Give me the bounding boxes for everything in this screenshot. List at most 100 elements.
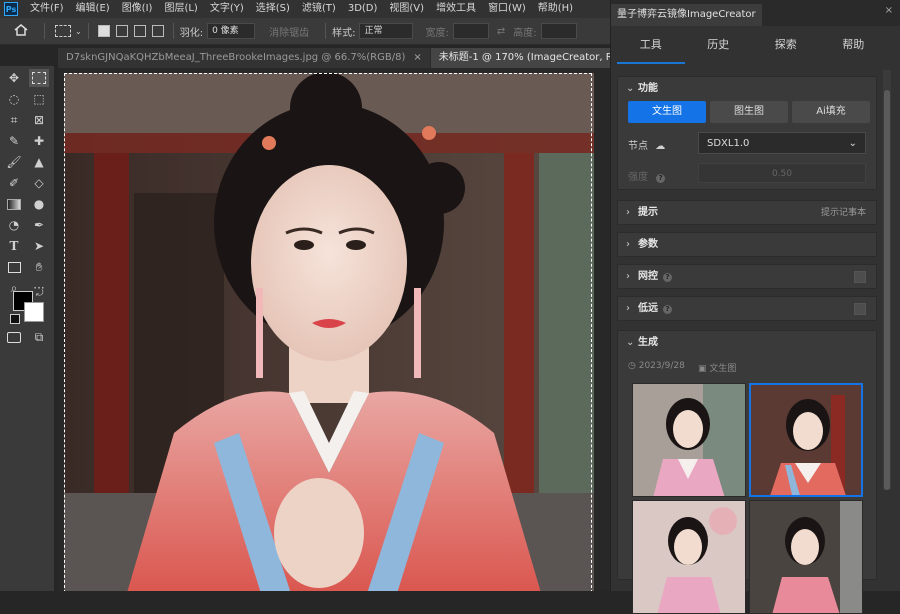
menu-layer[interactable]: 图层(L)	[158, 0, 203, 18]
frame-icon[interactable]: ⊠	[29, 111, 49, 129]
controlnet-section-header[interactable]: › 网控?	[626, 265, 672, 289]
object-select-icon[interactable]: ⬚	[29, 90, 49, 108]
marquee-tool-preset-icon[interactable]	[55, 25, 71, 37]
tab-help[interactable]: 帮助	[820, 30, 888, 64]
style-label: 样式:	[332, 27, 356, 39]
lowres-toggle[interactable]	[854, 303, 866, 315]
params-section[interactable]: › 参数	[617, 232, 877, 257]
menu-help[interactable]: 帮助(H)	[532, 0, 579, 18]
menu-type[interactable]: 文字(Y)	[204, 0, 250, 18]
intersect-selection-icon[interactable]	[151, 25, 164, 37]
panel-tabs: 工具 历史 探索 帮助	[617, 30, 887, 64]
mode-tag: ▣ 文生图	[698, 364, 737, 374]
rectangle-icon[interactable]	[4, 258, 24, 276]
lasso-icon[interactable]: ◌	[4, 90, 24, 108]
gradient-icon[interactable]	[4, 195, 24, 213]
panel-title[interactable]: 量子博弈云镜像ImageCreator	[611, 4, 762, 26]
hand-icon[interactable]: ✋︎	[29, 258, 49, 276]
ai-fill-button[interactable]: Ai填充	[792, 101, 870, 123]
background-color-swatch[interactable]	[24, 302, 44, 322]
generate-section-header[interactable]: ⌄ 生成	[626, 331, 658, 355]
panel-scrollbar-thumb[interactable]	[884, 90, 890, 490]
help-icon: ?	[663, 272, 672, 282]
eraser-icon[interactable]: ◇	[29, 174, 49, 192]
node-label: 节点 ☁	[628, 141, 666, 152]
heal-icon[interactable]: ✚	[29, 132, 49, 150]
document-image[interactable]	[64, 73, 594, 591]
tab-document-1[interactable]: D7sknGJNQaKQHZbMeeaJ_ThreeBrookeImages.j…	[58, 48, 430, 68]
home-icon[interactable]	[14, 23, 28, 39]
menu-filter[interactable]: 滤镜(T)	[296, 0, 342, 18]
quick-mask-icon[interactable]	[4, 328, 24, 346]
menu-view[interactable]: 视图(V)	[383, 0, 430, 18]
swap-icon[interactable]: ⇄	[497, 26, 505, 37]
feather-input[interactable]: 0 像素	[207, 23, 256, 39]
menu-file[interactable]: 文件(F)	[24, 0, 70, 18]
strength-label: 强度 ?	[628, 168, 666, 183]
help-icon: ?	[656, 174, 666, 183]
chevron-down-icon: ⌄	[626, 337, 635, 348]
dodge-icon[interactable]: ◔	[4, 216, 24, 234]
blur-icon[interactable]: ●	[29, 195, 49, 213]
chevron-down-icon: ⌄	[626, 83, 635, 94]
pen-icon[interactable]: ✒	[29, 216, 49, 234]
canvas-area[interactable]	[58, 68, 610, 591]
new-selection-icon[interactable]	[97, 25, 110, 37]
stamp-icon[interactable]: ▲	[29, 153, 49, 171]
tab-explore[interactable]: 探索	[752, 30, 820, 64]
lowres-section-header[interactable]: › 低远?	[626, 297, 672, 321]
result-thumbnail-3[interactable]	[632, 500, 746, 614]
controlnet-section[interactable]: › 网控?	[617, 264, 877, 289]
screen-mode-icon[interactable]: ⧉	[29, 328, 49, 346]
function-section-header[interactable]: ⌄ 功能	[626, 77, 658, 101]
strength-slider[interactable]: 0.50	[698, 163, 866, 183]
close-icon[interactable]: ×	[413, 52, 421, 63]
height-input[interactable]	[540, 23, 577, 39]
close-icon[interactable]: ×	[885, 5, 893, 16]
history-brush-icon[interactable]: ✐	[4, 174, 24, 192]
add-selection-icon[interactable]	[115, 25, 128, 37]
lowres-section[interactable]: › 低远?	[617, 296, 877, 321]
image-to-image-button[interactable]: 图生图	[710, 101, 788, 123]
tools-panel: ✥ ◌ ⬚ ⌗ ⊠ ✎ ✚ 🖌︎ ▲ ✐ ◇ ● ◔ ✒ T ➤ ✋︎ ⌕ ··…	[0, 66, 54, 591]
document-tabs: D7sknGJNQaKQHZbMeeaJ_ThreeBrookeImages.j…	[58, 48, 674, 68]
width-input[interactable]	[452, 23, 489, 39]
menu-select[interactable]: 选择(S)	[250, 0, 296, 18]
move-icon[interactable]: ✥	[4, 69, 24, 87]
feather-label: 羽化:	[179, 27, 204, 39]
cloud-icon: ☁	[655, 141, 666, 152]
brush-icon[interactable]: 🖌︎	[4, 153, 24, 171]
result-thumbnail-1[interactable]	[632, 383, 746, 497]
result-thumbnail-2[interactable]	[749, 383, 863, 497]
menu-plugins[interactable]: 增效工具	[430, 0, 482, 18]
default-colors-icon[interactable]	[10, 314, 20, 324]
width-label: 宽度:	[425, 27, 449, 39]
options-separator	[87, 23, 89, 39]
menu-window[interactable]: 窗口(W)	[482, 0, 532, 18]
text-to-image-button[interactable]: 文生图	[628, 101, 706, 123]
swap-colors-icon[interactable]: ⤾	[36, 289, 44, 299]
type-icon[interactable]: T	[4, 237, 24, 255]
menu-image[interactable]: 图像(I)	[116, 0, 159, 18]
controlnet-toggle[interactable]	[854, 271, 866, 283]
eyedropper-icon[interactable]: ✎	[4, 132, 24, 150]
menu-edit[interactable]: 编辑(E)	[70, 0, 116, 18]
result-thumbnail-4[interactable]	[749, 500, 863, 614]
style-select[interactable]: 正常	[359, 23, 414, 39]
height-label: 高度:	[513, 27, 537, 39]
prompt-section-header[interactable]: › 提示	[626, 201, 658, 225]
menu-3d[interactable]: 3D(D)	[342, 0, 384, 18]
prompt-section[interactable]: › 提示 提示记事本	[617, 200, 877, 225]
chevron-down-icon[interactable]: ⌄	[75, 27, 82, 36]
antialias-checkbox[interactable]: 消除锯齿	[269, 24, 309, 39]
crop-icon[interactable]: ⌗	[4, 111, 24, 129]
subtract-selection-icon[interactable]	[133, 25, 146, 37]
params-section-header[interactable]: › 参数	[626, 233, 658, 257]
tab-history[interactable]: 历史	[685, 30, 753, 64]
marquee-icon[interactable]	[29, 69, 49, 87]
panel-titlebar: 量子博弈云镜像ImageCreator ×	[611, 0, 900, 26]
prompt-notebook-link[interactable]: 提示记事本	[821, 201, 866, 225]
path-select-icon[interactable]: ➤	[29, 237, 49, 255]
tab-tools[interactable]: 工具	[617, 30, 685, 64]
node-select[interactable]: SDXL1.0 ⌄	[698, 132, 866, 154]
